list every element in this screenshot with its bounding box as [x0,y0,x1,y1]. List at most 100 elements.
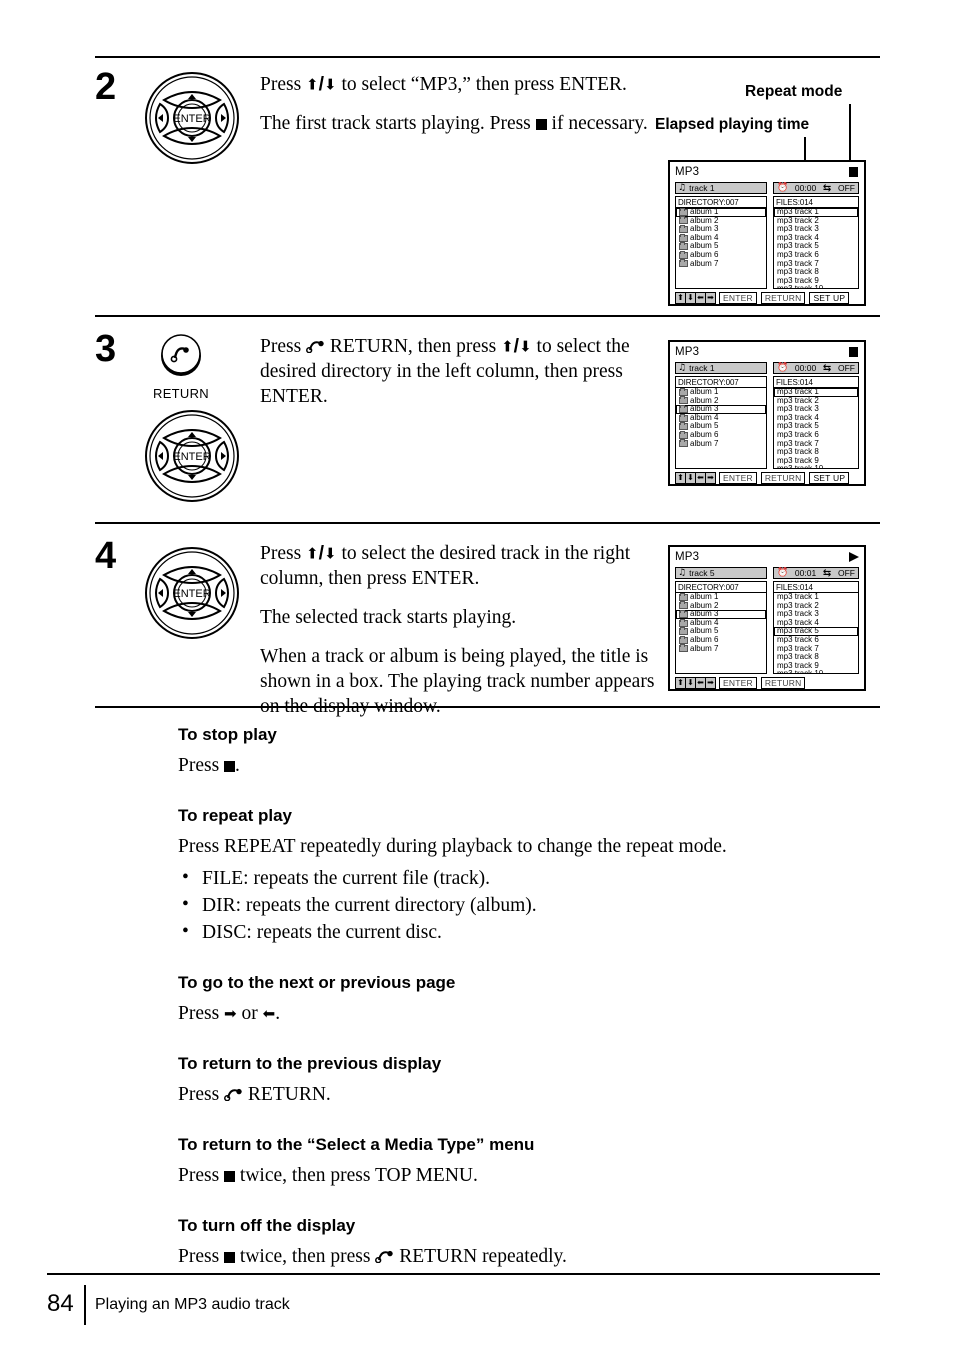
step-4-number: 4 [95,535,116,577]
osd-screen-step2: MP3 ♫ track 1 ⏰ 00:00 ⇆ OFF DIRECTORY:00… [668,160,866,306]
osd-topbar: MP3 [675,166,859,181]
osd-directory-column[interactable]: DIRECTORY:007 album 1 album 2 album 3 album… [675,196,767,289]
osd-track-row[interactable]: mp3 track 10 [774,670,858,673]
step-2-p2-a: The first track starts playing. Press [260,113,536,134]
osd-nav-button-return[interactable]: RETURN [760,472,806,484]
stop-body-b: . [235,755,240,776]
osd-track-list[interactable]: mp3 track 1 mp3 track 2 mp3 track 3 mp3 tra… [774,387,858,469]
osd-now-playing: ♫ track 5 [675,567,767,579]
stop-square-icon [224,1170,236,1182]
step-4-paragraph-3: When a track or album is being played, t… [260,646,655,717]
step-3-p1-b: RETURN, then press [325,336,502,357]
prev-body-a: Press [178,1084,225,1105]
step-3-text: Press RETURN, then press ⬆/⬇ to select t… [260,334,672,409]
folder-icon [679,259,688,268]
step-4-paragraph-2: The selected track starts playing. [260,607,517,628]
osd-album-list[interactable]: album 1 album 2 album 3 album 4 album 5 album… [676,207,766,269]
return-arrow-icon [224,1088,243,1101]
divider-step3-step4 [95,522,880,524]
svg-text:ENTER: ENTER [173,113,210,125]
music-note-icon: ♫ [678,182,687,193]
step-2-paragraph-2: The first track starts playing. Press if… [260,111,660,136]
osd-key-right-icon[interactable]: ➡ [705,677,716,689]
osd-files-column[interactable]: FILES:014 mp3 track 1 mp3 track 2 mp3 trac… [773,376,859,469]
page-body-b: . [275,1003,281,1024]
off-body-b: twice, then press [235,1246,376,1267]
osd-state-icon-stop [849,347,858,358]
music-note-icon: ♫ [678,567,687,578]
osd-files-column[interactable]: FILES:014 mp3 track 1 mp3 track 2 mp3 trac… [773,196,859,289]
return-key-graphic: RETURN [143,334,219,401]
osd-arrow-keys[interactable]: ⬆ ⬇ ⬅ ➡ [675,472,716,484]
folder-icon [679,207,688,216]
step-2-paragraph-1: Press ⬆/⬇ to select “MP3,” then press EN… [260,72,660,97]
osd-state-icon-play [849,552,859,563]
return-arrow-icon [375,1250,394,1263]
osd-track-list[interactable]: mp3 track 1 mp3 track 2 mp3 track 3 mp3 tra… [774,207,858,288]
repeat-mode-bullets: FILE: repeats the current file (track).D… [178,864,878,946]
folder-icon [679,250,688,259]
osd-columns: DIRECTORY:007 album 1 album 2 album 3 album… [675,196,859,289]
osd-album-list[interactable]: album 1 album 2 album 3 album 4 album 5 album… [676,387,766,449]
osd-nav-button-enter[interactable]: ENTER [719,292,757,304]
osd-album-row[interactable]: album 7 [676,644,766,654]
footer-title: Playing an MP3 audio track [95,1296,290,1313]
osd-now-playing: ♫ track 1 [675,362,767,374]
osd-repeat-mode: OFF [838,567,855,578]
osd-arrow-keys[interactable]: ⬆ ⬇ ⬅ ➡ [675,677,716,689]
step-2-text: Press ⬆/⬇ to select “MP3,” then press EN… [260,72,660,136]
osd-track-row[interactable]: mp3 track 10 [774,285,858,288]
osd-key-right-icon[interactable]: ➡ [705,472,716,484]
osd-album-row[interactable]: album 7 [676,258,766,269]
folder-icon [679,422,688,431]
dpad-graphic: ENTER [143,408,241,504]
osd-nav-button-enter[interactable]: ENTER [719,472,757,484]
osd-key-right-icon[interactable]: ➡ [705,292,716,304]
arrow-down-glyph: ⬇ [324,75,337,94]
return-arrow-icon [306,340,325,353]
osd-nav-buttons[interactable]: ENTER RETURN SET UP [719,292,850,304]
osd-album-row[interactable]: album 7 [676,439,766,449]
repeat-icon: ⇆ [822,362,832,374]
osd-album-list[interactable]: album 1 album 2 album 3 album 4 album 5 album… [676,592,766,654]
divider-top [95,56,880,58]
osd-time-repeat: ⏰ 00:00 ⇆ OFF [773,182,859,194]
osd-title: MP3 [675,346,700,358]
osd-nav-button-set-up[interactable]: SET UP [809,472,850,484]
osd-columns: DIRECTORY:007 album 1 album 2 album 3 album… [675,376,859,469]
osd-statusbar: ♫ track 1 ⏰ 00:00 ⇆ OFF [675,362,859,374]
repeat-icon: ⇆ [822,182,832,194]
osd-screen-step3: MP3 ♫ track 1 ⏰ 00:00 ⇆ OFF DIRECTORY:00… [668,340,866,486]
osd-files-column[interactable]: FILES:014 mp3 track 1 mp3 track 2 mp3 trac… [773,581,859,674]
osd-now-playing-label: track 5 [689,567,715,578]
osd-topbar: MP3 [675,346,859,361]
osd-elapsed-time: 00:00 [794,362,817,373]
osd-nav-button-return[interactable]: RETURN [760,292,806,304]
folder-icon [679,601,688,610]
osd-nav-button-return[interactable]: RETURN [760,677,806,689]
step-4-text: Press ⬆/⬇ to select the desired track in… [260,541,660,719]
osd-statusbar: ♫ track 5 ⏰ 00:01 ⇆ OFF [675,567,859,579]
osd-album-label: album 7 [690,258,719,268]
osd-track-row[interactable]: mp3 track 10 [774,464,858,469]
osd-track-label: mp3 track 10 [777,464,824,469]
osd-directory-column[interactable]: DIRECTORY:007 album 1 album 2 album 3 album… [675,581,767,674]
folder-icon [679,242,688,251]
osd-nav-buttons[interactable]: ENTER RETURN SET UP [719,472,850,484]
folder-icon [679,627,688,636]
folder-icon [679,430,688,439]
osd-directory-column[interactable]: DIRECTORY:007 album 1 album 2 album 3 album… [675,376,767,469]
osd-nav-button-set-up[interactable]: SET UP [809,292,850,304]
osd-title: MP3 [675,166,700,178]
folder-icon [679,387,688,396]
osd-arrow-keys[interactable]: ⬆ ⬇ ⬅ ➡ [675,292,716,304]
osd-nav-button-enter[interactable]: ENTER [719,677,757,689]
bullet-item: DISC: repeats the current disc. [178,918,878,946]
osd-time-repeat: ⏰ 00:00 ⇆ OFF [773,362,859,374]
osd-nav-buttons[interactable]: ENTER RETURN [719,677,806,689]
osd-navbar: ⬆ ⬇ ⬅ ➡ ENTER RETURN SET UP [675,292,859,304]
body-to-repeat-play: Press REPEAT repeatedly during playback … [178,836,727,857]
svg-text:ENTER: ENTER [173,451,210,463]
osd-track-list[interactable]: mp3 track 1 mp3 track 2 mp3 track 3 mp3 tra… [774,592,858,673]
step-4-paragraph-1: Press ⬆/⬇ to select the desired track in… [260,541,660,591]
